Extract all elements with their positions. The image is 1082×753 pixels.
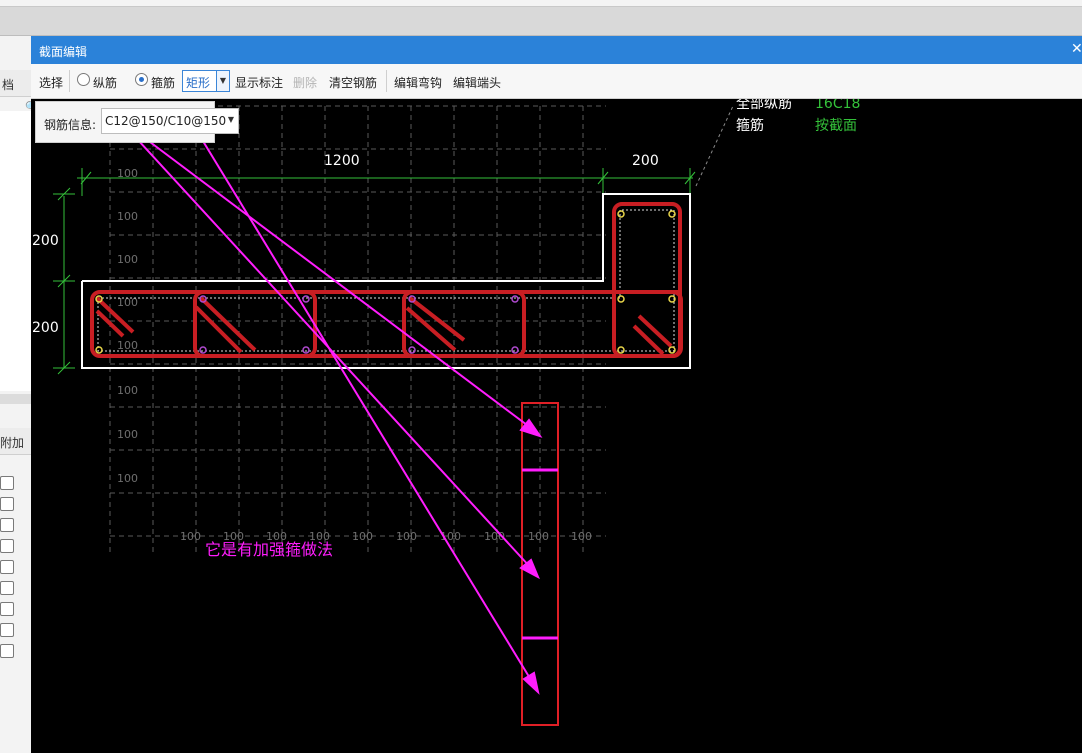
select-button[interactable]: 选择: [39, 74, 63, 91]
grid-label: 100: [117, 339, 138, 352]
dialog-title: 截面编辑: [39, 45, 88, 59]
row-checkbox[interactable]: [0, 476, 14, 490]
dialog-titlebar[interactable]: 截面编辑 ✕: [31, 36, 1082, 64]
grid-label: 100: [528, 530, 549, 543]
shape-value: 矩形: [186, 76, 211, 90]
dim-height-lower: 200: [32, 320, 59, 336]
edit-hook-button[interactable]: 编辑弯钩: [394, 74, 442, 91]
info-stirrup-label: 箍筋: [736, 117, 764, 134]
chevron-down-icon[interactable]: ▼: [216, 71, 229, 91]
show-dimension-button[interactable]: 显示标注: [235, 74, 283, 91]
tab-strip: [0, 7, 1082, 36]
leader-line: [695, 105, 734, 187]
toolbar-divider: [386, 70, 387, 92]
grid-label: 100: [117, 428, 138, 441]
rebar-info-label: 钢筋信息:: [44, 118, 97, 132]
grid-label: 100: [396, 530, 417, 543]
left-panel-header: 档: [0, 70, 31, 97]
section-edit-dialog: 100 100 100 100 100 100 100 100 100 100 …: [31, 36, 1082, 753]
grid-label: 100: [117, 210, 138, 223]
edit-end-button[interactable]: 编辑端头: [453, 74, 501, 91]
extra-column-header: 附加: [0, 428, 31, 455]
outer-stirrup-horizontal: [90, 290, 683, 358]
long-bar-label[interactable]: 纵筋: [93, 74, 117, 91]
dim-width-main: 1200: [324, 153, 360, 169]
grid-label: 100: [117, 253, 138, 266]
long-bar-radio[interactable]: [77, 73, 90, 86]
grid-label: 100: [352, 530, 373, 543]
dim-height-upper: 200: [32, 233, 59, 249]
shape-dropdown[interactable]: 矩形 ▼: [182, 70, 230, 92]
top-strip: [0, 0, 1082, 36]
dimension-lines: [53, 168, 696, 375]
row-checkbox[interactable]: [0, 539, 14, 553]
grid-label: 100: [117, 384, 138, 397]
annotation-arrows: [126, 127, 543, 695]
grid-label: 100: [180, 530, 201, 543]
row-checkbox[interactable]: [0, 560, 14, 574]
chevron-down-icon[interactable]: ▼: [228, 115, 234, 124]
rebar-info-value: C12@150/C10@150: [105, 114, 227, 128]
splitter[interactable]: [0, 394, 31, 404]
clear-bars-button[interactable]: 清空钢筋: [329, 74, 377, 91]
grid-label: 100: [117, 472, 138, 485]
row-checkbox[interactable]: [0, 623, 14, 637]
outer-stirrup-vertical: [612, 202, 682, 358]
annotation-text: 它是有加强箍做法: [205, 540, 333, 559]
window-frame: [0, 0, 1082, 7]
rebar-info-select[interactable]: C12@150/C10@150 ▼: [101, 108, 239, 134]
left-panel-list: [0, 111, 31, 391]
dim-width-right: 200: [632, 153, 659, 169]
close-icon[interactable]: ✕: [1071, 41, 1082, 57]
section-outline: [81, 193, 691, 369]
stirrup-radio[interactable]: [135, 73, 148, 86]
toolbar-divider: [69, 70, 70, 92]
grid: [109, 105, 606, 556]
left-panel: 档 🔍 附加: [0, 36, 32, 753]
toolbar: 选择 纵筋 箍筋 矩形 ▼ 显示标注 删除 清空钢筋 编辑弯钩 编辑端头: [31, 64, 1082, 99]
row-checkbox[interactable]: [0, 644, 14, 658]
delete-button[interactable]: 删除: [293, 74, 317, 91]
info-stirrup-value: 按截面: [815, 118, 857, 134]
row-checkbox[interactable]: [0, 602, 14, 616]
row-checkbox[interactable]: [0, 518, 14, 532]
row-checkbox[interactable]: [0, 497, 14, 511]
section-info: 全部纵筋 16C18 箍筋 按截面: [736, 95, 860, 134]
row-checkbox[interactable]: [0, 581, 14, 595]
grid-label: 100: [571, 530, 592, 543]
drawing-canvas[interactable]: 100 100 100 100 100 100 100 100 100 100 …: [31, 36, 1082, 753]
stirrup-label[interactable]: 箍筋: [151, 74, 175, 91]
